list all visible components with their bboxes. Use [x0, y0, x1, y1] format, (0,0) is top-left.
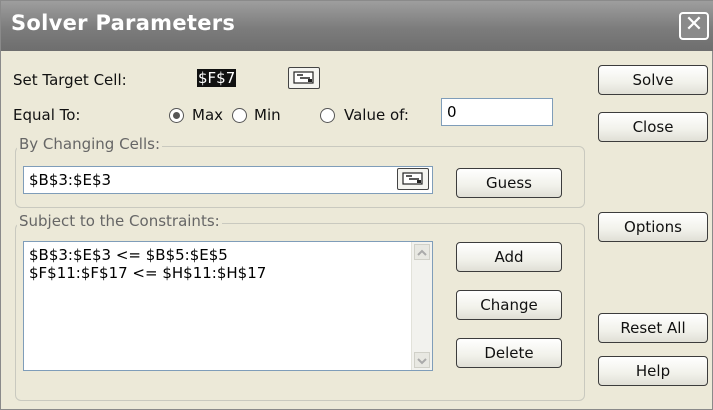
add-button[interactable]: Add: [456, 242, 562, 272]
equal-to-label: Equal To:: [13, 106, 81, 124]
min-radio[interactable]: [232, 108, 247, 123]
value-of-radio[interactable]: [320, 108, 335, 123]
collapse-dialog-icon: [402, 172, 423, 185]
constraints-list[interactable]: $B$3:$E$3 <= $B$5:$E$5 $F$11:$F$17 <= $H…: [23, 241, 433, 371]
target-cell-label: Set Target Cell:: [13, 71, 127, 89]
dialog-title: Solver Parameters: [11, 11, 236, 35]
change-button[interactable]: Change: [456, 290, 562, 320]
collapse-dialog-icon: [293, 71, 314, 84]
help-button[interactable]: Help: [598, 356, 708, 386]
constraint-item[interactable]: $B$3:$E$3 <= $B$5:$E$5: [29, 246, 266, 264]
max-radio[interactable]: [169, 108, 184, 123]
scroll-down-arrow-icon: [417, 358, 427, 365]
title-bar[interactable]: Solver Parameters ✕: [1, 1, 713, 51]
changing-cells-collapse-button[interactable]: [397, 168, 429, 190]
changing-cells-input[interactable]: $B$3:$E$3: [23, 166, 433, 194]
solve-button[interactable]: Solve: [598, 65, 708, 95]
constraints-label: Subject to the Constraints:: [17, 212, 222, 230]
delete-button[interactable]: Delete: [456, 338, 562, 368]
value-of-value: 0: [447, 103, 457, 121]
reset-all-button[interactable]: Reset All: [598, 313, 708, 343]
scroll-down-button[interactable]: [414, 352, 430, 368]
constraints-scrollbar[interactable]: [411, 242, 432, 370]
max-radio-label[interactable]: Max: [192, 106, 223, 124]
changing-cells-value: $B$3:$E$3: [29, 171, 112, 189]
options-button[interactable]: Options: [598, 212, 708, 242]
solver-parameters-dialog: Solver Parameters ✕ Set Target Cell: $F$…: [0, 0, 713, 410]
close-window-button[interactable]: ✕: [679, 12, 709, 40]
constraint-item[interactable]: $F$11:$F$17 <= $H$11:$H$17: [29, 264, 266, 282]
close-button[interactable]: Close: [598, 112, 708, 142]
target-cell-value: $F$7: [197, 69, 237, 87]
value-of-label[interactable]: Value of:: [344, 106, 409, 124]
scroll-up-button[interactable]: [414, 244, 430, 260]
value-of-input[interactable]: 0: [441, 98, 553, 126]
changing-cells-label: By Changing Cells:: [17, 135, 163, 153]
scroll-up-arrow-icon: [417, 249, 427, 256]
target-cell-collapse-button[interactable]: [288, 67, 320, 89]
target-cell-input[interactable]: $F$7: [197, 67, 281, 89]
constraints-items: $B$3:$E$3 <= $B$5:$E$5 $F$11:$F$17 <= $H…: [29, 246, 266, 282]
guess-button[interactable]: Guess: [456, 168, 562, 198]
close-icon: ✕: [684, 12, 704, 37]
min-radio-label[interactable]: Min: [254, 106, 281, 124]
